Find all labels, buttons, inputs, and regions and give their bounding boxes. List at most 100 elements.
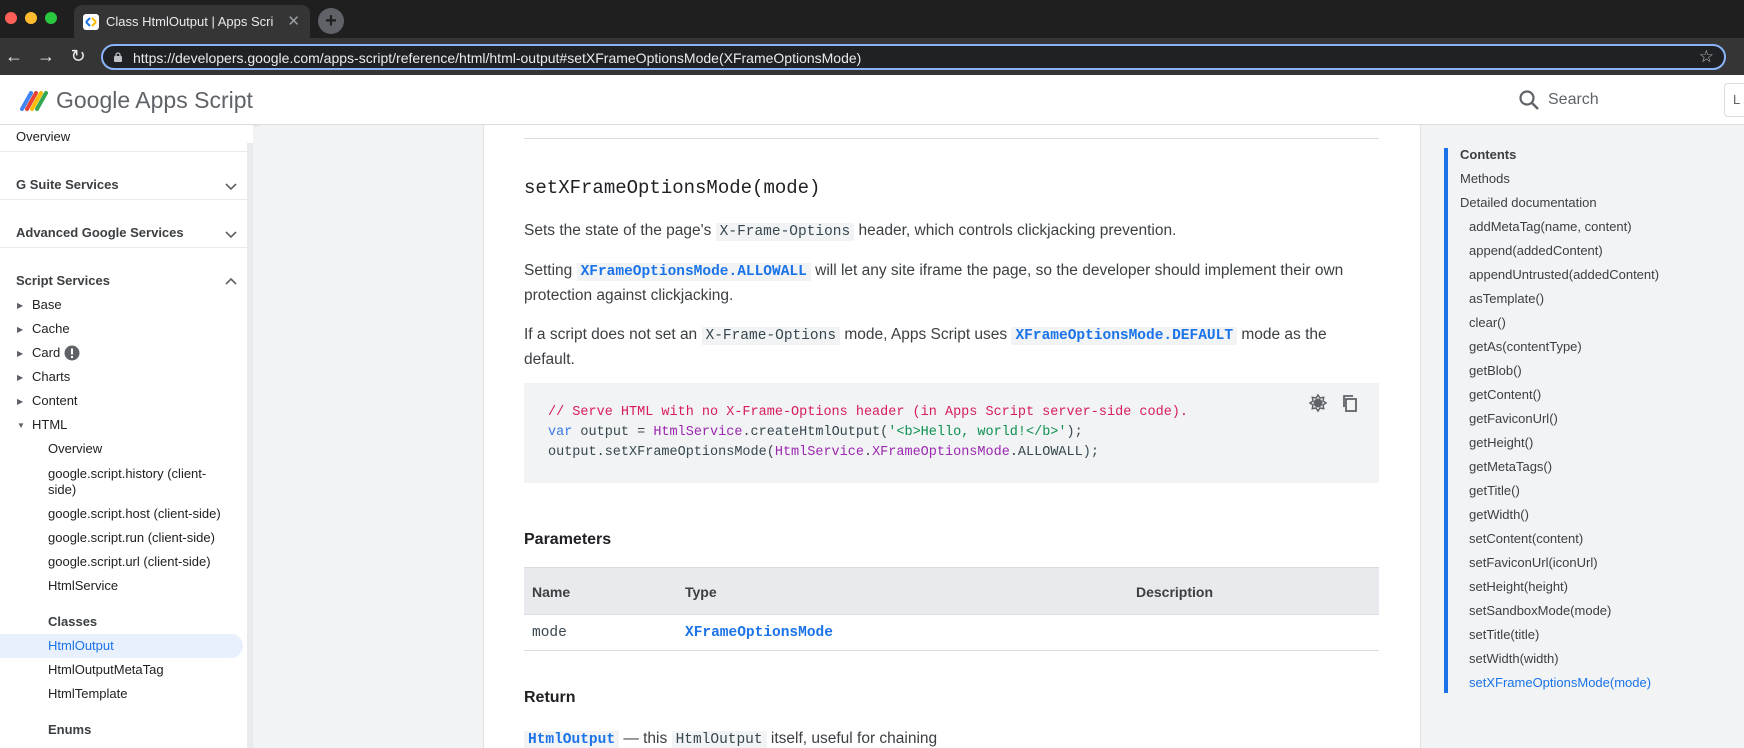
sidebar-section-script-services[interactable]: Script Services	[16, 273, 110, 288]
method-title: setXFrameOptionsMode(mode)	[524, 177, 821, 199]
bookmark-star-icon[interactable]: ☆	[1699, 47, 1714, 67]
minimize-window-button[interactable]	[25, 12, 37, 24]
sidebar-scrollbar[interactable]	[247, 143, 253, 748]
expand-arrow-icon[interactable]: ▶	[17, 349, 23, 358]
sidebar-item-htmltemplate[interactable]: HtmlTemplate	[48, 686, 127, 701]
allowall-link[interactable]: XFrameOptionsMode.ALLOWALL	[576, 263, 811, 281]
close-window-button[interactable]	[5, 12, 17, 24]
dark-mode-toggle-icon[interactable]	[1308, 393, 1328, 413]
param-type-link[interactable]: XFrameOptionsMode	[685, 625, 833, 641]
article-content: setXFrameOptionsMode(mode) Sets the stat…	[483, 125, 1421, 748]
text: header, which controls clickjacking prev…	[854, 222, 1177, 239]
sidebar-item-script-history-cont[interactable]: side)	[48, 482, 76, 497]
code-text: .ALLOWALL);	[1009, 445, 1099, 460]
sidebar-item-script-run[interactable]: google.script.run (client-side)	[48, 530, 215, 545]
toc-item[interactable]: getTitle()	[1469, 483, 1520, 498]
sidebar-item-htmlservice[interactable]: HtmlService	[48, 578, 118, 593]
tab-close-icon[interactable]: ✕	[287, 12, 300, 30]
search-icon[interactable]	[1518, 89, 1540, 111]
toc-item[interactable]: getWidth()	[1469, 507, 1529, 522]
sidebar-item-script-history[interactable]: google.script.history (client-	[48, 466, 206, 481]
code-comment: // Serve HTML with no X-Frame-Options he…	[548, 405, 1189, 420]
toc-heading: Contents	[1460, 147, 1517, 162]
toc-item[interactable]: getFaviconUrl()	[1469, 411, 1558, 426]
text: protection against clickjacking.	[524, 287, 734, 304]
sidebar-item-htmloutput[interactable]: HtmlOutput	[48, 638, 114, 653]
toc-item[interactable]: getAs(contentType)	[1469, 339, 1582, 354]
toc-item[interactable]: getMetaTags()	[1469, 459, 1552, 474]
expand-arrow-icon[interactable]: ▶	[17, 301, 23, 310]
sidebar-section-advanced[interactable]: Advanced Google Services	[16, 225, 184, 240]
inline-code: X-Frame-Options	[701, 327, 841, 345]
chevron-down-icon[interactable]	[225, 228, 237, 240]
back-arrow-icon[interactable]: ←	[2, 44, 26, 68]
text: Sets the state of the page's	[524, 222, 716, 239]
table-of-contents: Contents Methods Detailed documentation add…	[1421, 125, 1744, 748]
apps-script-logo-icon[interactable]	[18, 87, 50, 113]
table-header: Name Type Description	[524, 567, 1379, 615]
sidebar-item-charts[interactable]: Charts	[32, 369, 70, 384]
toc-item[interactable]: setXFrameOptionsMode(mode)	[1469, 675, 1651, 690]
toc-item[interactable]: getBlob()	[1469, 363, 1522, 378]
return-type-link[interactable]: HtmlOutput	[524, 731, 620, 748]
sidebar-item-card[interactable]: Card	[32, 345, 60, 360]
toc-item[interactable]: Detailed documentation	[1460, 195, 1597, 210]
code-text: output.setXFrameOptionsMode(	[548, 445, 775, 460]
sidebar-item-html-overview[interactable]: Overview	[48, 441, 102, 456]
sidebar-item-script-host[interactable]: google.script.host (client-side)	[48, 506, 221, 521]
forward-arrow-icon[interactable]: →	[34, 44, 58, 68]
toc-item[interactable]: append(addedContent)	[1469, 243, 1603, 258]
default-link[interactable]: XFrameOptionsMode.DEFAULT	[1011, 327, 1238, 345]
maximize-window-button[interactable]	[45, 12, 57, 24]
search-input[interactable]: Search	[1548, 91, 1599, 109]
toc-item[interactable]: setTitle(title)	[1469, 627, 1539, 642]
toc-item[interactable]: setHeight(height)	[1469, 579, 1568, 594]
sidebar-item-htmloutputmetatag[interactable]: HtmlOutputMetaTag	[48, 662, 164, 677]
sidebar-item-content[interactable]: Content	[32, 393, 78, 408]
language-selector[interactable]: L	[1724, 83, 1744, 117]
toc-item[interactable]: getContent()	[1469, 387, 1541, 402]
site-brand[interactable]: Google Apps Script	[56, 87, 253, 114]
sidebar-item-script-url[interactable]: google.script.url (client-side)	[48, 554, 211, 569]
text: will let any site iframe the page, so th…	[810, 262, 1344, 279]
toc-item[interactable]: setContent(content)	[1469, 531, 1583, 546]
left-navigation: Overview G Suite Services Advanced Googl…	[0, 125, 253, 748]
url-text: https://developers.google.com/apps-scrip…	[133, 50, 862, 66]
toc-item[interactable]: appendUntrusted(addedContent)	[1469, 267, 1659, 282]
return-heading: Return	[524, 689, 576, 706]
toc-item[interactable]: getHeight()	[1469, 435, 1533, 450]
lock-icon	[114, 52, 122, 62]
sidebar-item-html[interactable]: HTML	[32, 417, 67, 432]
toc-item[interactable]: Methods	[1460, 171, 1510, 186]
toc-item[interactable]: addMetaTag(name, content)	[1469, 219, 1632, 234]
toc-item[interactable]: clear()	[1469, 315, 1506, 330]
new-tab-button[interactable]: +	[318, 8, 344, 34]
copy-code-icon[interactable]	[1340, 393, 1360, 413]
divider	[0, 199, 247, 200]
expand-arrow-icon[interactable]: ▶	[17, 397, 23, 406]
browser-tab[interactable]: Class HtmlOutput | Apps Scri ✕	[74, 5, 310, 38]
toc-item[interactable]: asTemplate()	[1469, 291, 1544, 306]
address-bar[interactable]: https://developers.google.com/apps-scrip…	[101, 44, 1726, 70]
toc-item[interactable]: setWidth(width)	[1469, 651, 1559, 666]
expand-arrow-icon[interactable]: ▶	[17, 373, 23, 382]
sidebar-item-base[interactable]: Base	[32, 297, 62, 312]
deprecated-warning-icon	[64, 345, 80, 361]
reload-icon[interactable]: ↻	[66, 44, 90, 68]
sidebar-item-cache[interactable]: Cache	[32, 321, 70, 336]
code-class: XFrameOptionsMode	[872, 445, 1010, 460]
collapse-arrow-icon[interactable]: ▼	[17, 421, 25, 430]
divider	[524, 138, 1379, 139]
chevron-up-icon[interactable]	[225, 276, 237, 288]
apps-script-favicon-icon	[83, 14, 99, 30]
text: mode, Apps Script uses	[840, 326, 1012, 343]
toc-item[interactable]: setFaviconUrl(iconUrl)	[1469, 555, 1598, 570]
brand-google: Google	[56, 87, 131, 113]
sidebar-section-gsuite[interactable]: G Suite Services	[16, 177, 119, 192]
code-sample: // Serve HTML with no X-Frame-Options he…	[524, 383, 1379, 483]
chevron-down-icon[interactable]	[225, 180, 237, 192]
toc-item[interactable]: setSandboxMode(mode)	[1469, 603, 1611, 618]
code-line-3: output.setXFrameOptionsMode(HtmlService.…	[548, 445, 1099, 460]
expand-arrow-icon[interactable]: ▶	[17, 325, 23, 334]
sidebar-item-overview[interactable]: Overview	[16, 129, 70, 144]
